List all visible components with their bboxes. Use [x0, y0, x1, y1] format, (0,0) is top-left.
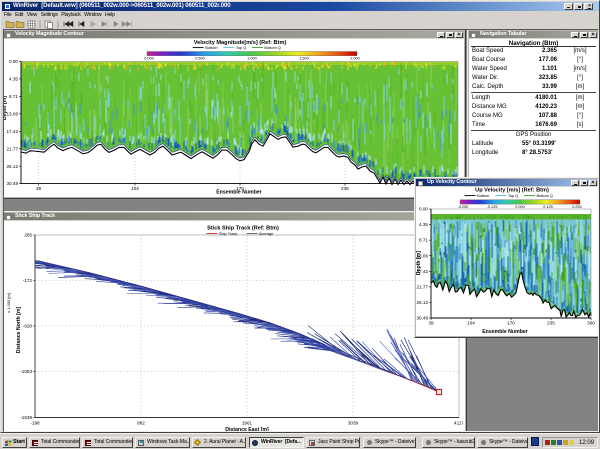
svg-text:26.12: 26.12 — [7, 164, 19, 169]
svg-text:104: 104 — [131, 186, 139, 191]
svg-text:26.12: 26.12 — [417, 300, 429, 305]
svg-text:Ship Track: Ship Track — [219, 231, 237, 236]
svg-text:-172: -172 — [23, 278, 33, 283]
svg-text:-1539: -1539 — [20, 415, 32, 420]
svg-text:Depth [m]: Depth [m] — [416, 251, 422, 275]
svg-text:x 1.000 [m]: x 1.000 [m] — [6, 293, 11, 313]
svg-text:Distance North [m]: Distance North [m] — [16, 307, 22, 354]
svg-text:8.71: 8.71 — [9, 94, 18, 99]
svg-text:Bottom: Bottom — [477, 193, 489, 198]
svg-text:-0.250: -0.250 — [458, 205, 469, 209]
svg-text:21.77: 21.77 — [7, 146, 19, 151]
svg-text:-628: -628 — [23, 324, 33, 329]
svg-text:1961: 1961 — [242, 421, 253, 426]
svg-text:0.250: 0.250 — [572, 205, 582, 209]
svg-text:300: 300 — [587, 321, 595, 326]
svg-text:0.500: 0.500 — [195, 56, 205, 60]
svg-text:Ensemble Number: Ensemble Number — [482, 329, 528, 335]
svg-text:170: 170 — [507, 321, 515, 326]
svg-text:0.125: 0.125 — [543, 205, 553, 209]
svg-text:235: 235 — [341, 186, 349, 191]
svg-text:Top Q: Top Q — [508, 193, 518, 198]
svg-text:17.42: 17.42 — [7, 129, 19, 134]
svg-text:4.35: 4.35 — [419, 222, 428, 227]
svg-text:39: 39 — [36, 186, 42, 191]
svg-text:Bottom Q: Bottom Q — [264, 45, 280, 50]
svg-text:285: 285 — [24, 233, 32, 238]
svg-text:0.00: 0.00 — [9, 59, 18, 64]
svg-text:Bottom: Bottom — [205, 45, 217, 50]
svg-text:Top Q: Top Q — [236, 45, 246, 50]
svg-text:-198: -198 — [30, 421, 40, 426]
svg-text:-1083: -1083 — [20, 369, 32, 374]
svg-text:30.48: 30.48 — [417, 316, 429, 321]
svg-text:235: 235 — [547, 321, 555, 326]
svg-text:39: 39 — [428, 321, 434, 326]
svg-text:0.000: 0.000 — [515, 205, 525, 209]
svg-text:104: 104 — [467, 321, 475, 326]
svg-text:882: 882 — [137, 421, 145, 426]
svg-text:1.000: 1.000 — [247, 56, 257, 60]
svg-text:30.48: 30.48 — [7, 181, 19, 186]
svg-text:2.000: 2.000 — [350, 56, 360, 60]
svg-text:0.00: 0.00 — [419, 207, 428, 212]
svg-text:21.77: 21.77 — [417, 285, 429, 290]
svg-text:1.500: 1.500 — [299, 56, 309, 60]
svg-text:Ensemble Number: Ensemble Number — [216, 190, 262, 196]
svg-text:3039: 3039 — [348, 421, 359, 426]
svg-text:13.06: 13.06 — [7, 111, 19, 116]
svg-text:Average: Average — [259, 231, 273, 236]
svg-text:-0.125: -0.125 — [487, 205, 498, 209]
svg-text:Bottom Q: Bottom Q — [537, 193, 553, 198]
svg-text:Distance East [m]: Distance East [m] — [225, 427, 269, 431]
svg-text:8.71: 8.71 — [419, 238, 428, 243]
svg-text:0.000: 0.000 — [144, 56, 154, 60]
svg-text:4.35: 4.35 — [9, 77, 18, 82]
svg-text:4117: 4117 — [454, 421, 463, 426]
svg-text:Depth [m]: Depth [m] — [4, 96, 8, 120]
